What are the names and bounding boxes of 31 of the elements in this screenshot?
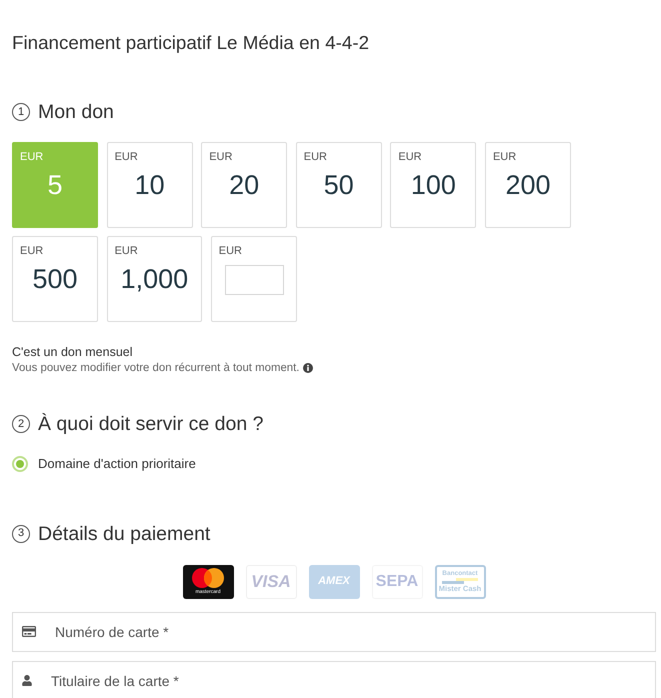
option-label: Domaine d'action prioritaire <box>38 455 196 473</box>
amount-option[interactable]: EUR 1,000 <box>106 236 202 322</box>
currency-label: EUR <box>218 244 242 258</box>
amount-input[interactable] <box>224 265 284 295</box>
step-number: 1 <box>12 103 30 121</box>
section-heading: Mon don <box>38 100 114 125</box>
amount-option[interactable]: EUR 100 <box>390 142 476 228</box>
overlapping-circles-icon <box>192 568 224 588</box>
logo-text: VISA <box>251 573 291 590</box>
recurrence-label: C'est un don mensuel <box>12 344 133 360</box>
recurrence-note: Vous pouvez modifier votre don récurrent à tout moment. <box>12 361 300 375</box>
amount-option[interactable]: EUR 20 <box>201 142 288 228</box>
user-icon <box>22 675 32 686</box>
cardholder-field[interactable]: Titulaire de la carte * <box>12 660 656 698</box>
logo-text: SEPA <box>376 574 418 590</box>
page-title: Financement participatif Le Média en 4-4-2 <box>12 31 370 55</box>
stripes-icon <box>442 578 478 584</box>
step-number: 3 <box>12 524 30 542</box>
credit-card-icon <box>22 625 36 638</box>
amount-option[interactable]: EUR 200 <box>484 142 571 228</box>
section-heading: Détails du paiement <box>38 522 210 546</box>
info-icon <box>303 363 314 373</box>
custom-amount-option[interactable]: EUR <box>210 236 297 322</box>
radio-button[interactable] <box>12 456 28 472</box>
amount-option[interactable]: EUR 50 <box>296 142 382 228</box>
step-number: 2 <box>12 415 30 433</box>
card-number-field[interactable]: Numéro de carte * <box>12 612 656 652</box>
amount-option[interactable]: EUR 500 <box>12 236 98 322</box>
amount-option[interactable]: EUR 10 <box>106 142 193 228</box>
section-heading: À quoi doit servir ce don ? <box>38 412 264 437</box>
logo-text: AMEX <box>318 576 350 587</box>
